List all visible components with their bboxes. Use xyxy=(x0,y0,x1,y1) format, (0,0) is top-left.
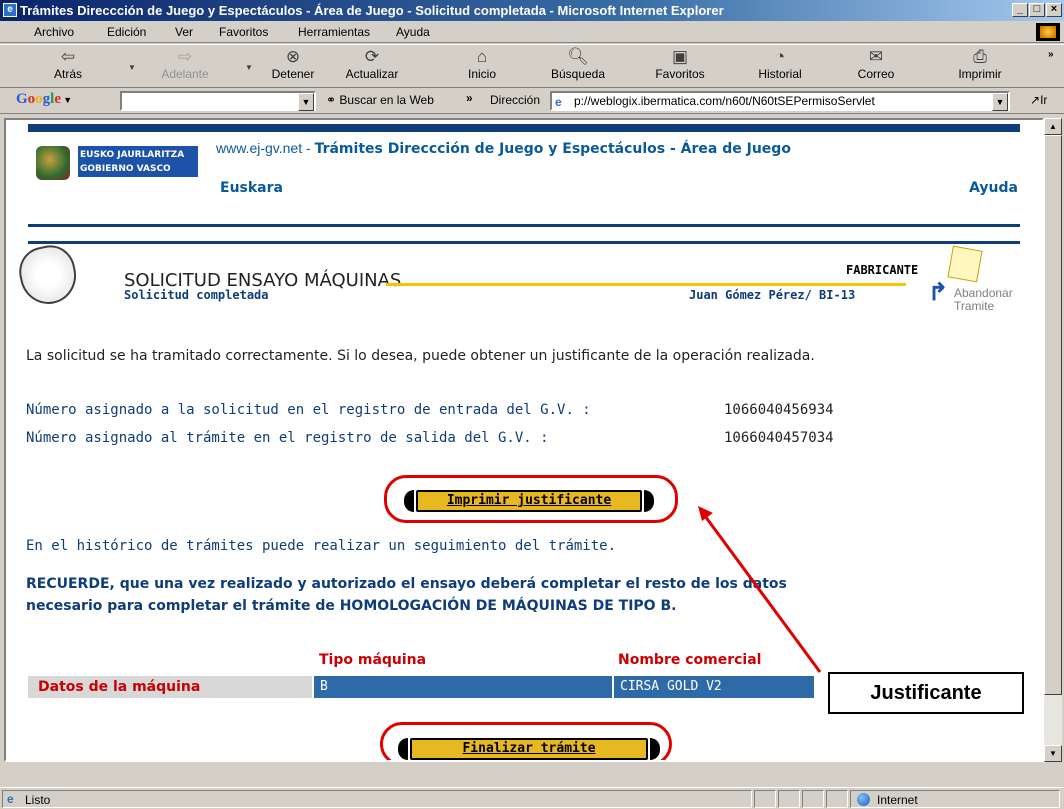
vertical-scrollbar[interactable]: ▲ ▼ xyxy=(1044,118,1062,762)
status-bar: e Listo Internet xyxy=(0,787,1064,809)
zone-text: Internet xyxy=(877,793,918,807)
zone-panel: Internet xyxy=(850,790,1060,808)
globe-icon xyxy=(857,793,870,806)
scroll-down-icon[interactable]: ▼ xyxy=(1044,745,1062,762)
scroll-thumb[interactable] xyxy=(1044,135,1062,695)
page-status-icon: e xyxy=(7,792,14,806)
scroll-up-icon[interactable]: ▲ xyxy=(1044,118,1062,135)
status-main-panel: e Listo xyxy=(2,790,752,808)
status-text: Listo xyxy=(25,793,51,807)
justificante-callout: Justificante xyxy=(828,672,1024,714)
